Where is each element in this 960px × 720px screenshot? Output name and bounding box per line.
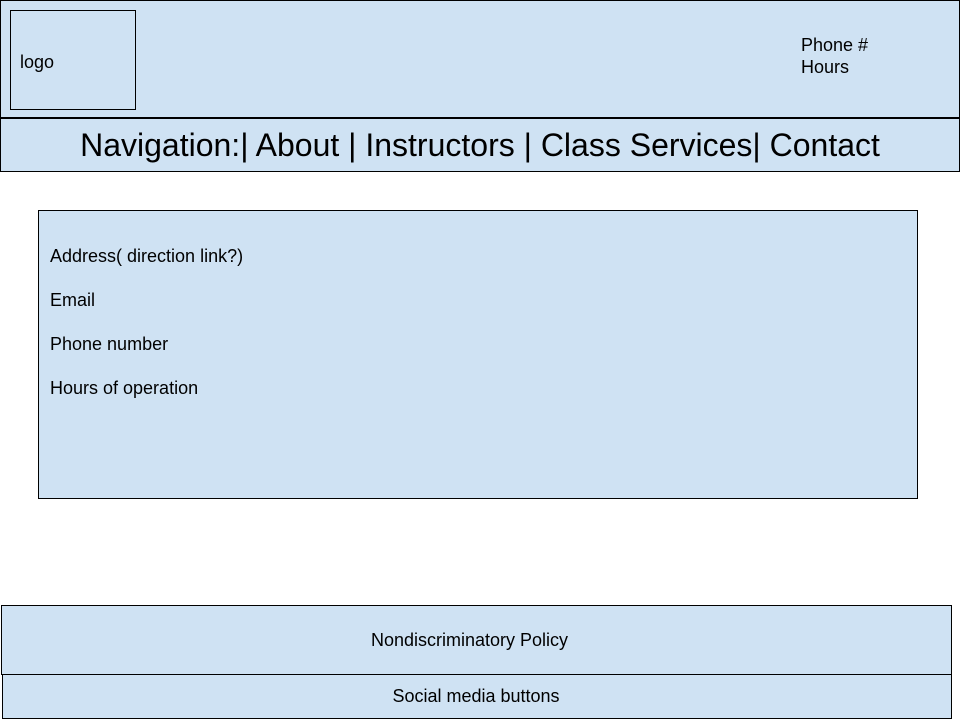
email-line: Email	[50, 290, 96, 310]
address-line[interactable]: Address( direction link?)	[50, 246, 243, 267]
logo-label: logo	[20, 52, 55, 72]
logo-placeholder[interactable]: logo	[10, 10, 136, 110]
header-hours-label: Hours	[801, 57, 850, 77]
header-phone-label: Phone #	[801, 35, 869, 55]
navigation-text[interactable]: Navigation:| About | Instructors | Class…	[80, 127, 880, 164]
header-box: logo Phone # Hours	[0, 0, 960, 118]
header-contact-info: Phone # Hours	[801, 34, 868, 78]
social-media-box[interactable]: Social media buttons	[2, 674, 952, 719]
hours-of-operation-line: Hours of operation	[50, 378, 199, 398]
policy-label[interactable]: Nondiscriminatory Policy	[371, 630, 568, 651]
policy-footer-box[interactable]: Nondiscriminatory Policy	[1, 605, 952, 675]
navigation-bar[interactable]: Navigation:| About | Instructors | Class…	[0, 118, 960, 172]
phone-number-line: Phone number	[50, 334, 169, 354]
contact-content-box: Address( direction link?) Email Phone nu…	[38, 210, 918, 499]
social-media-label[interactable]: Social media buttons	[392, 686, 559, 707]
